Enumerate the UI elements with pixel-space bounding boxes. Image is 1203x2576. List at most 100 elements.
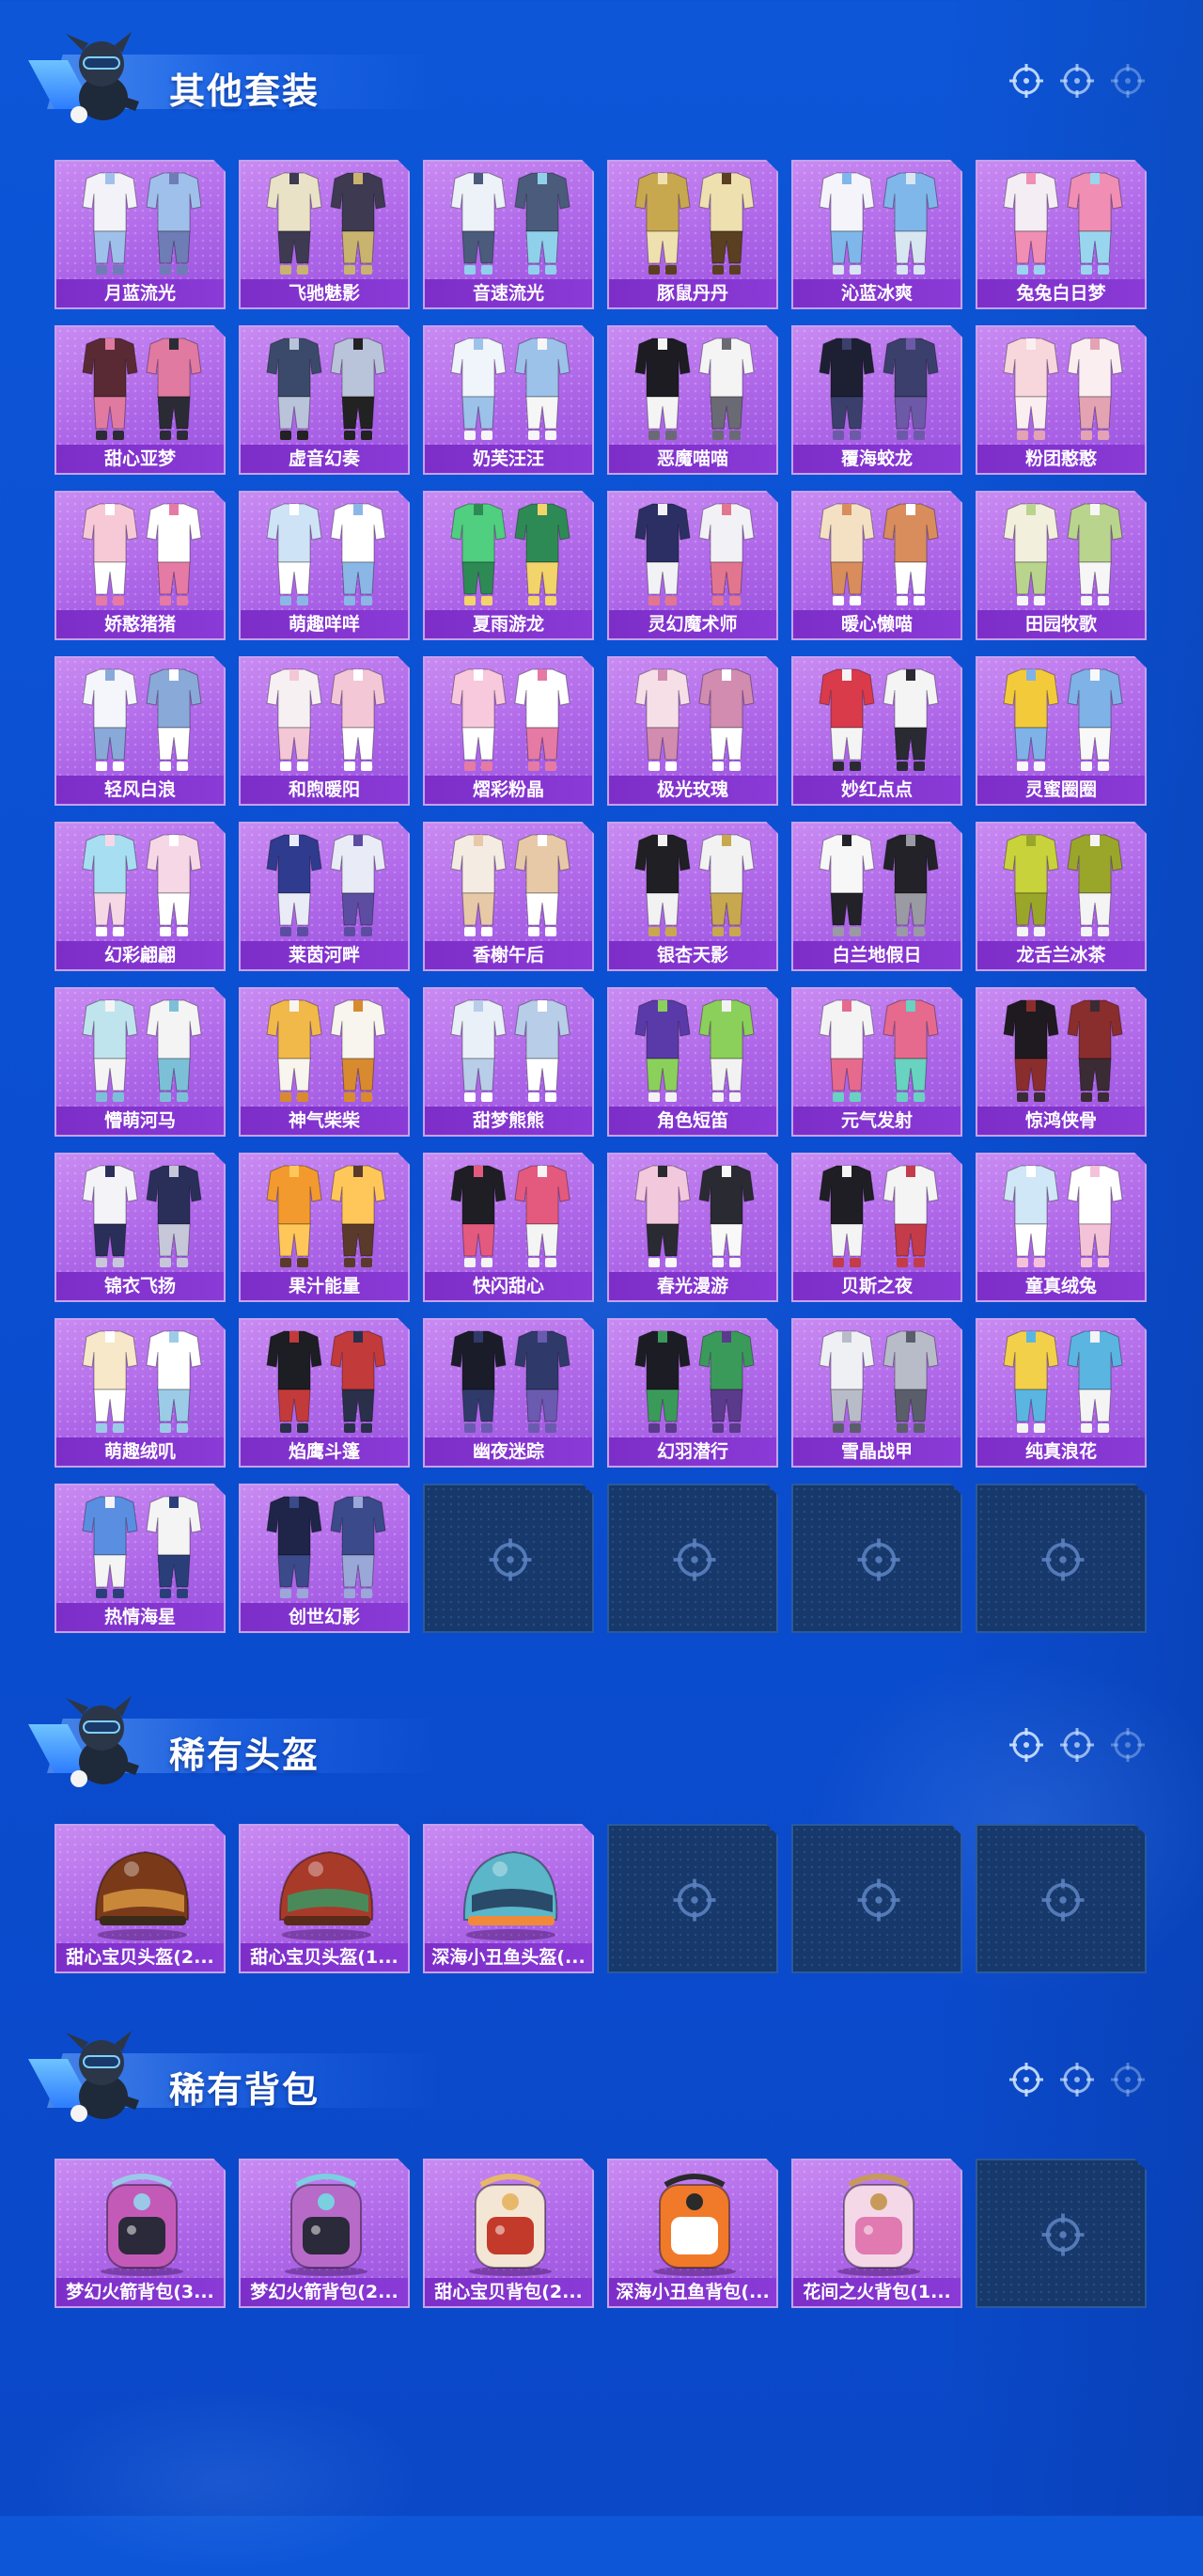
backpack-image: [618, 2164, 771, 2279]
item-card[interactable]: 甜心亚梦: [55, 325, 226, 475]
item-card[interactable]: 豚鼠丹丹: [607, 160, 778, 309]
item-card[interactable]: 田园牧歌: [976, 491, 1147, 640]
item-card[interactable]: 熠彩粉晶: [423, 656, 594, 806]
header-target-group: [1008, 1726, 1147, 1764]
item-card[interactable]: 幻彩翩翩: [55, 822, 226, 971]
item-label: 元气发射: [793, 1107, 961, 1135]
outfit-image: [987, 662, 1139, 777]
item-label: 覆海蛟龙: [793, 445, 961, 473]
item-card[interactable]: 和煦暖阳: [239, 656, 410, 806]
item-label: 娇憨猪猪: [56, 610, 224, 638]
outfit-image: [618, 827, 771, 942]
item-card[interactable]: 纯真浪花: [976, 1318, 1147, 1468]
item-card[interactable]: 沁蓝冰爽: [791, 160, 962, 309]
item-card[interactable]: 懵萌河马: [55, 987, 226, 1137]
item-card[interactable]: 覆海蛟龙: [791, 325, 962, 475]
outfit-image: [250, 662, 402, 777]
outfit-image: [803, 496, 955, 611]
item-card[interactable]: 萌趣绒叽: [55, 1318, 226, 1468]
section-title: 其他套装: [169, 71, 320, 112]
item-card[interactable]: 元气发射: [791, 987, 962, 1137]
item-label: 莱茵河畔: [241, 941, 408, 969]
item-card[interactable]: 甜梦熊熊: [423, 987, 594, 1137]
crosshair-icon: [1058, 1726, 1096, 1764]
item-label: 熠彩粉晶: [425, 776, 592, 804]
header-target-group: [1008, 2061, 1147, 2098]
item-card[interactable]: 焰鹰斗篷: [239, 1318, 410, 1468]
item-card[interactable]: 春光漫游: [607, 1153, 778, 1302]
item-label: 妙红点点: [793, 776, 961, 804]
crosshair-icon: [1109, 1726, 1147, 1764]
item-label: 飞驰魅影: [241, 279, 408, 307]
item-card[interactable]: 娇憨猪猪: [55, 491, 226, 640]
item-card[interactable]: 音速流光: [423, 160, 594, 309]
item-card[interactable]: 兔兔白日梦: [976, 160, 1147, 309]
item-card[interactable]: 果汁能量: [239, 1153, 410, 1302]
outfit-image: [803, 1324, 955, 1438]
item-label: 纯真浪花: [977, 1437, 1145, 1466]
mascot-icon: [56, 28, 147, 132]
item-card[interactable]: 香榭午后: [423, 822, 594, 971]
item-card[interactable]: 贝斯之夜: [791, 1153, 962, 1302]
item-card[interactable]: 甜心宝贝头盔(2...: [55, 1824, 226, 1973]
item-card[interactable]: 灵蜜圈圈: [976, 656, 1147, 806]
item-card[interactable]: 童真绒兔: [976, 1153, 1147, 1302]
item-card[interactable]: 飞驰魅影: [239, 160, 410, 309]
outfit-image: [66, 1158, 218, 1273]
item-card[interactable]: 极光玫瑰: [607, 656, 778, 806]
outfit-image: [618, 993, 771, 1107]
item-card[interactable]: 暖心懒喵: [791, 491, 962, 640]
item-card[interactable]: 角色短笛: [607, 987, 778, 1137]
item-card[interactable]: 神气柴柴: [239, 987, 410, 1137]
crosshair-icon: [1008, 1726, 1045, 1764]
outfit-image: [66, 165, 218, 280]
empty-slot: [976, 1484, 1147, 1633]
item-card[interactable]: 轻风白浪: [55, 656, 226, 806]
item-card[interactable]: 热情海星: [55, 1484, 226, 1633]
item-label: 灵幻魔术师: [609, 610, 776, 638]
item-card[interactable]: 深海小丑鱼背包(...: [607, 2159, 778, 2308]
item-card[interactable]: 梦幻火箭背包(2...: [239, 2159, 410, 2308]
item-card[interactable]: 梦幻火箭背包(3...: [55, 2159, 226, 2308]
item-card[interactable]: 快闪甜心: [423, 1153, 594, 1302]
item-card[interactable]: 深海小丑鱼头盔(...: [423, 1824, 594, 1973]
item-card[interactable]: 月蓝流光: [55, 160, 226, 309]
item-label: 暖心懒喵: [793, 610, 961, 638]
item-card[interactable]: 甜心宝贝头盔(1...: [239, 1824, 410, 1973]
outfit-image: [803, 993, 955, 1107]
item-label: 神气柴柴: [241, 1107, 408, 1135]
item-card[interactable]: 恶魔喵喵: [607, 325, 778, 475]
item-card[interactable]: 妙红点点: [791, 656, 962, 806]
crosshair-icon: [1058, 62, 1096, 100]
item-label: 月蓝流光: [56, 279, 224, 307]
outfit-image: [66, 1324, 218, 1438]
outfit-image: [250, 496, 402, 611]
item-card[interactable]: 白兰地假日: [791, 822, 962, 971]
crosshair-icon: [1058, 2061, 1096, 2098]
item-label: 萌趣咩咩: [241, 610, 408, 638]
item-card[interactable]: 粉团憨憨: [976, 325, 1147, 475]
backpack-image: [250, 2164, 402, 2279]
item-card[interactable]: 花间之火背包(1...: [791, 2159, 962, 2308]
item-card[interactable]: 虚音幻奏: [239, 325, 410, 475]
item-card[interactable]: 锦衣飞扬: [55, 1153, 226, 1302]
outfit-image: [618, 1324, 771, 1438]
section-header: 稀有头盔: [28, 1692, 1194, 1796]
item-card[interactable]: 幽夜迷踪: [423, 1318, 594, 1468]
item-label: 甜心宝贝头盔(2...: [56, 1943, 224, 1971]
item-card[interactable]: 甜心宝贝背包(2...: [423, 2159, 594, 2308]
item-card[interactable]: 幻羽潜行: [607, 1318, 778, 1468]
item-label: 梦幻火箭背包(3...: [56, 2278, 224, 2306]
item-card[interactable]: 莱茵河畔: [239, 822, 410, 971]
item-card[interactable]: 奶芙汪汪: [423, 325, 594, 475]
item-card[interactable]: 银杏天影: [607, 822, 778, 971]
item-card[interactable]: 惊鸿侠骨: [976, 987, 1147, 1137]
item-card[interactable]: 龙舌兰冰茶: [976, 822, 1147, 971]
item-card[interactable]: 夏雨游龙: [423, 491, 594, 640]
item-label: 萌趣绒叽: [56, 1437, 224, 1466]
item-card[interactable]: 雪晶战甲: [791, 1318, 962, 1468]
item-card[interactable]: 萌趣咩咩: [239, 491, 410, 640]
outfit-image: [66, 827, 218, 942]
item-card[interactable]: 灵幻魔术师: [607, 491, 778, 640]
item-card[interactable]: 创世幻影: [239, 1484, 410, 1633]
